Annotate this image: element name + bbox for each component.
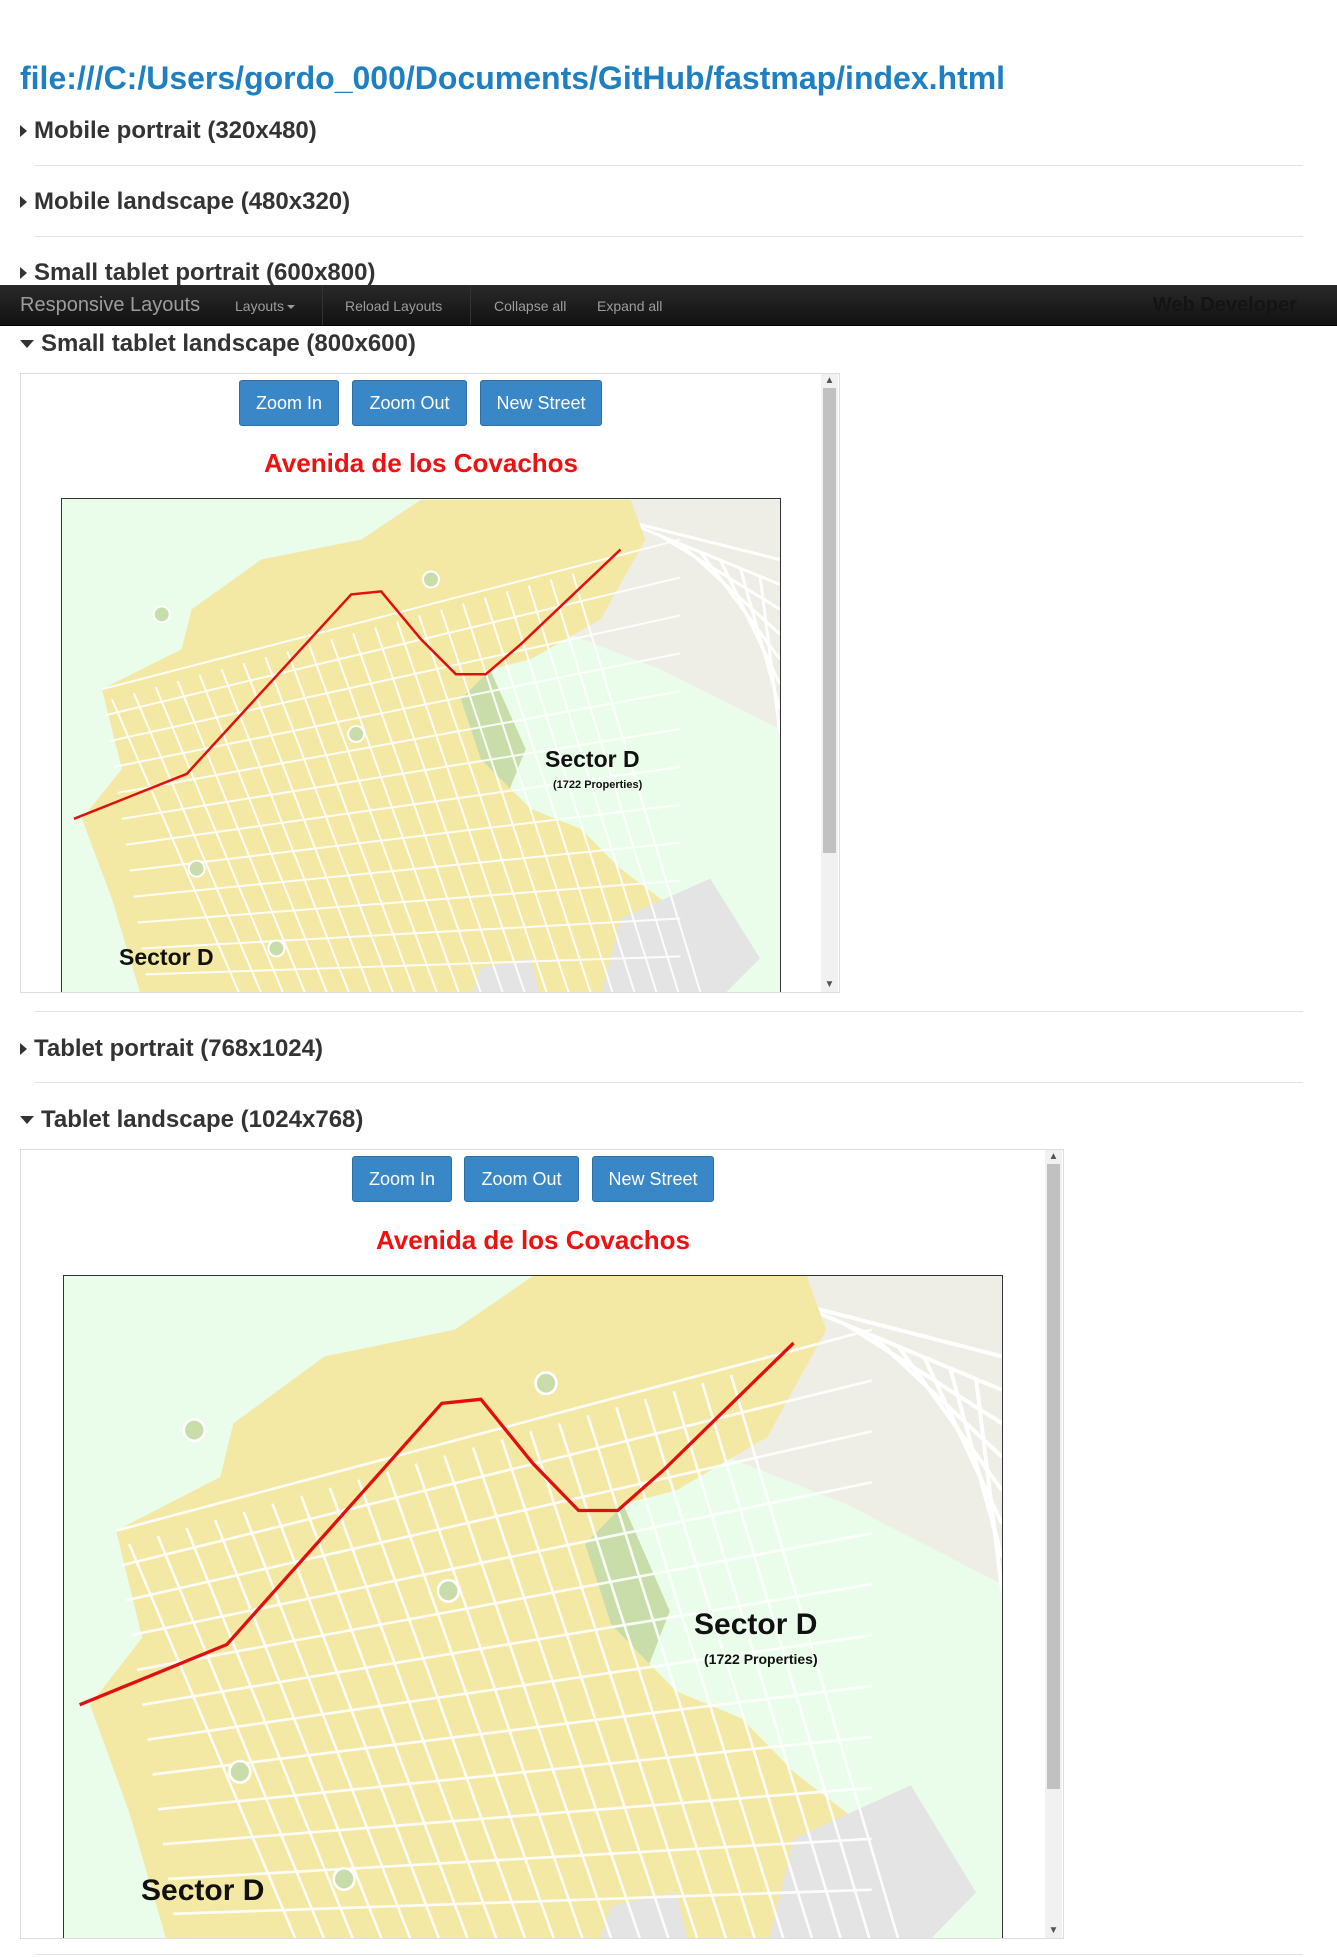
section-small-tablet-portrait[interactable]: Small tablet portrait (600x800) — [20, 259, 375, 287]
sector-properties: (1722 Properties) — [704, 1651, 818, 1667]
section-label: Mobile landscape (480x320) — [34, 188, 351, 215]
collapse-triangle-icon — [20, 1116, 34, 1124]
collapse-triangle-icon — [20, 340, 34, 348]
toolbar-brand[interactable]: Responsive Layouts — [20, 294, 200, 317]
scroll-up-icon[interactable]: ▲ — [821, 374, 838, 388]
web-developer-label[interactable]: Web Developer — [1153, 294, 1297, 317]
new-street-button[interactable]: New Street — [480, 380, 602, 426]
file-url-link[interactable]: file:///C:/Users/gordo_000/Documents/Git… — [20, 60, 1005, 97]
roundabout — [228, 1759, 252, 1784]
responsive-layouts-toolbar: Responsive Layouts Layouts Reload Layout… — [0, 285, 1337, 326]
map-view[interactable]: Sector D (1722 Properties) Sector D — [61, 498, 781, 992]
section-label: Mobile portrait (320x480) — [34, 117, 317, 144]
scrollbar-thumb[interactable] — [1047, 1164, 1060, 1789]
sector-label: Sector D — [694, 1608, 818, 1641]
roundabout — [187, 859, 206, 878]
expand-triangle-icon — [20, 196, 27, 208]
sector-map — [79, 1276, 1002, 1938]
roundabout — [534, 1371, 558, 1396]
layouts-menu[interactable]: Layouts — [235, 298, 296, 314]
sector-label-left: Sector D — [119, 944, 214, 970]
zoom-in-button[interactable]: Zoom In — [239, 380, 339, 426]
section-label: Small tablet landscape (800x600) — [41, 330, 416, 357]
collapse-all-button[interactable]: Collapse all — [494, 298, 566, 314]
scrollbar-thumb[interactable] — [823, 388, 836, 853]
section-label: Tablet portrait (768x1024) — [34, 1035, 323, 1062]
zoom-in-button[interactable]: Zoom In — [352, 1156, 452, 1202]
divider — [35, 236, 1303, 237]
sector-properties: (1722 Properties) — [553, 779, 643, 791]
scroll-down-icon[interactable]: ▼ — [1045, 1924, 1062, 1938]
section-label: Small tablet portrait (600x800) — [34, 259, 376, 286]
vertical-scrollbar[interactable]: ▲ ▼ — [821, 374, 838, 992]
layout-frame-tablet-landscape: Zoom In Zoom Out New Street Avenida de l… — [20, 1149, 1064, 1939]
section-tablet-portrait[interactable]: Tablet portrait (768x1024) — [20, 1035, 323, 1063]
expand-all-button[interactable]: Expand all — [597, 298, 662, 314]
zoom-out-button[interactable]: Zoom Out — [464, 1156, 579, 1202]
roundabout — [152, 605, 171, 624]
new-street-button[interactable]: New Street — [592, 1156, 714, 1202]
vertical-scrollbar[interactable]: ▲ ▼ — [1045, 1150, 1062, 1938]
street-name-title: Avenida de los Covachos — [263, 448, 579, 478]
caret-down-icon — [287, 305, 296, 310]
roundabout — [436, 1578, 461, 1603]
expand-triangle-icon — [20, 125, 27, 137]
layout-frame-small-tablet-landscape: Zoom In Zoom Out New Street Avenida de l… — [20, 373, 840, 993]
section-tablet-landscape[interactable]: Tablet landscape (1024x768) — [20, 1106, 363, 1134]
section-mobile-landscape[interactable]: Mobile landscape (480x320) — [20, 188, 350, 216]
expand-triangle-icon — [20, 1043, 27, 1055]
roundabout — [332, 1866, 356, 1892]
scroll-up-icon[interactable]: ▲ — [1045, 1150, 1062, 1164]
roundabout — [182, 1418, 207, 1443]
sector-label: Sector D — [545, 746, 640, 772]
roundabout — [347, 725, 366, 744]
divider — [35, 1082, 1303, 1083]
expand-triangle-icon — [20, 267, 27, 279]
divider — [35, 165, 1303, 166]
divider — [35, 1954, 1303, 1955]
section-small-tablet-landscape[interactable]: Small tablet landscape (800x600) — [20, 330, 416, 358]
layouts-menu-label: Layouts — [235, 298, 285, 314]
sector-label-left: Sector D — [141, 1874, 265, 1907]
street-name-title: Avenida de los Covachos — [375, 1225, 691, 1255]
reload-layouts-button[interactable]: Reload Layouts — [345, 298, 442, 314]
roundabout — [421, 570, 440, 589]
sector-map — [73, 499, 780, 992]
section-mobile-portrait[interactable]: Mobile portrait (320x480) — [20, 117, 317, 145]
section-label: Tablet landscape (1024x768) — [41, 1106, 364, 1133]
map-view[interactable]: Sector D (1722 Properties) Sector D — [63, 1275, 1003, 1938]
toolbar-separator — [470, 285, 471, 325]
toolbar-separator — [322, 285, 323, 325]
zoom-out-button[interactable]: Zoom Out — [352, 380, 467, 426]
roundabout — [267, 939, 286, 958]
scroll-down-icon[interactable]: ▼ — [821, 978, 838, 992]
divider — [35, 1011, 1303, 1012]
